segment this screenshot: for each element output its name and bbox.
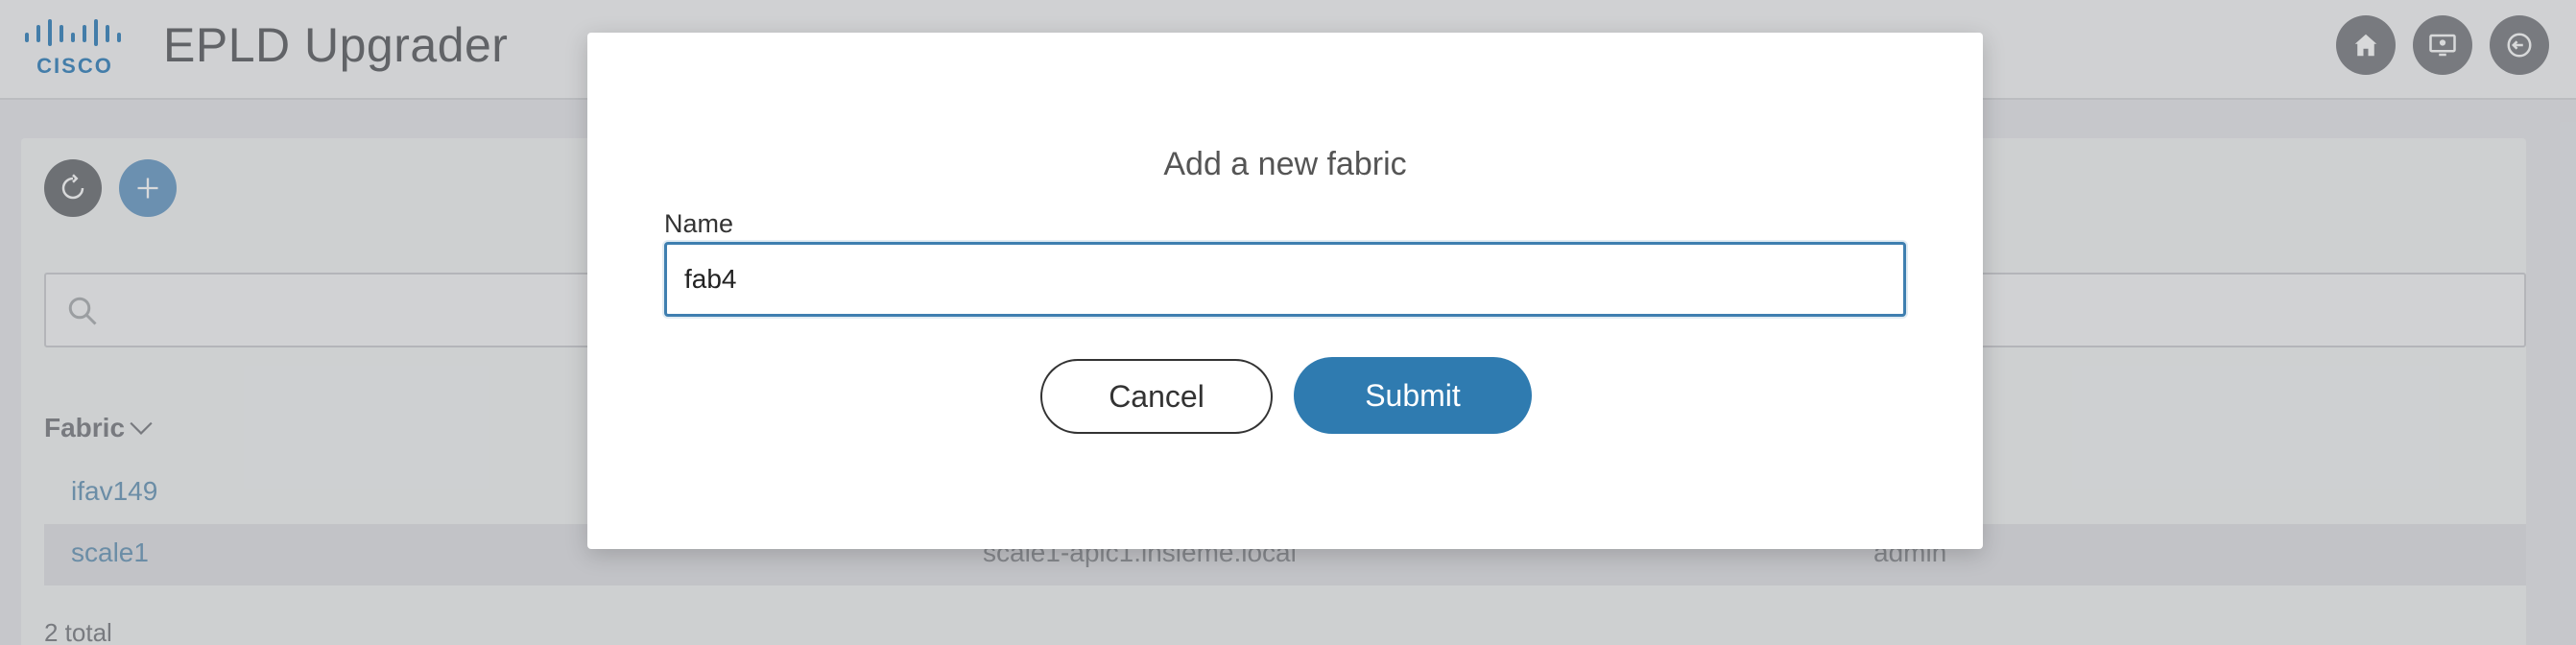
- dialog-title: Add a new fabric: [1163, 146, 1407, 182]
- cancel-button[interactable]: Cancel: [1040, 359, 1273, 434]
- name-input[interactable]: [664, 242, 1906, 317]
- name-field-label: Name: [664, 209, 734, 238]
- add-fabric-dialog: Add a new fabric Name Cancel Submit: [587, 33, 1983, 549]
- submit-button[interactable]: Submit: [1294, 357, 1532, 434]
